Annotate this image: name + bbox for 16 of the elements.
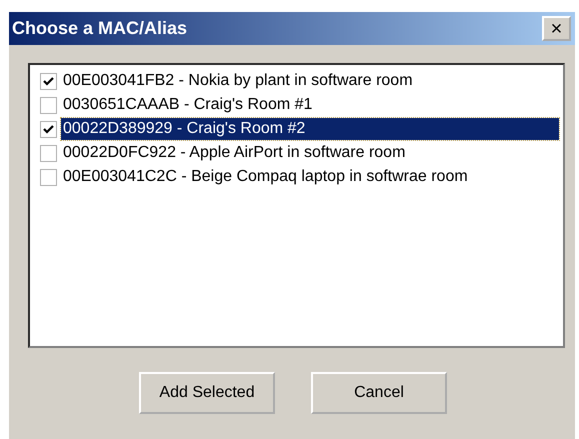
close-button[interactable]: ×: [542, 16, 571, 41]
list-item[interactable]: 00022D389929 - Craig's Room #2: [61, 118, 559, 140]
checkmark-icon: [42, 74, 55, 88]
checkbox[interactable]: [40, 96, 57, 114]
checkbox[interactable]: [40, 72, 57, 90]
checkbox[interactable]: [40, 120, 57, 138]
dialog-button[interactable]: Cancel: [311, 372, 447, 414]
dialog-button[interactable]: Add Selected: [139, 372, 275, 414]
checkmark-icon: [42, 122, 55, 136]
list-item[interactable]: 00E003041C2C - Beige Compaq laptop in softwrae room: [61, 166, 470, 188]
window-title: Choose a MAC/Alias: [12, 18, 188, 39]
checkbox[interactable]: [40, 144, 57, 162]
list-item[interactable]: 00022D0FC922 - Apple AirPort in software room: [61, 142, 408, 164]
list-item[interactable]: 00E003041FB2 - Nokia by plant in software room: [61, 70, 415, 92]
list-item[interactable]: 0030651CAAAB - Craig's Room #1: [61, 94, 314, 116]
checkbox[interactable]: [40, 168, 57, 186]
